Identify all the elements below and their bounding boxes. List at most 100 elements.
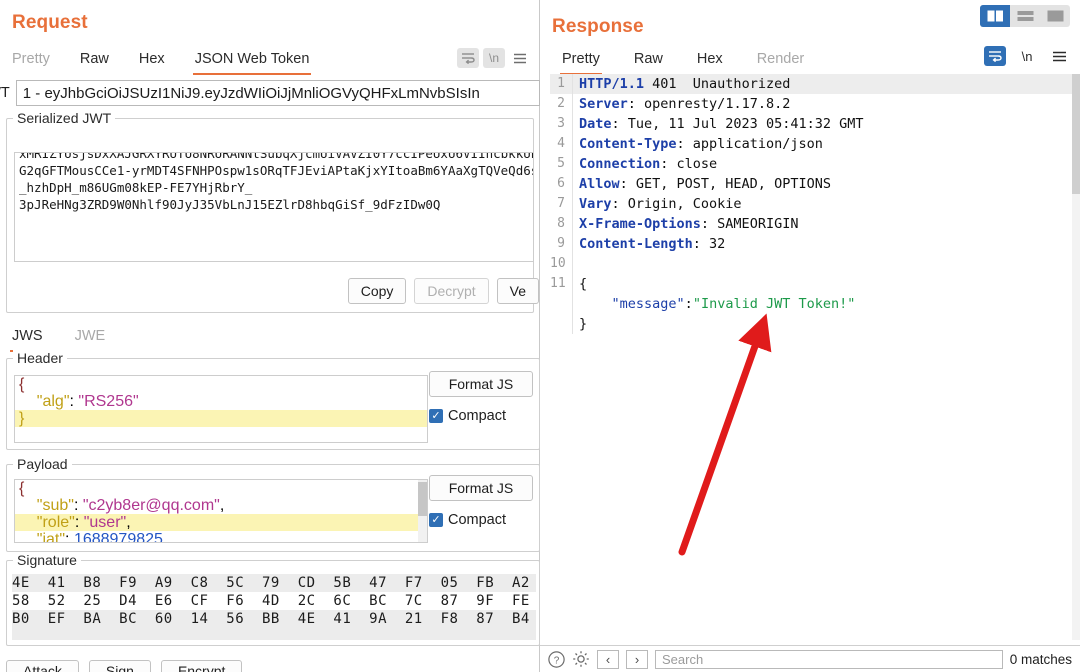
response-scrollbar[interactable] — [1072, 74, 1080, 640]
copy-button[interactable]: Copy — [347, 278, 407, 304]
tab-raw[interactable]: Raw — [78, 48, 111, 75]
jwt-selector-row: JWT 1 - eyJhbGciOiJSUzI1NiJ9.eyJzdWIiOiJ… — [0, 80, 540, 106]
newline-icon-label: \n — [488, 51, 499, 65]
header-compact-checkbox[interactable]: ✓ — [429, 409, 443, 423]
jwt-header-editor[interactable]: { "alg": "RS256" } — [14, 375, 428, 443]
serialized-jwt-group: Serialized JWT xMRIZYUsjsDxXAJGRXYRUTU8N… — [6, 110, 539, 313]
response-line: 4 Content-Type: application/json — [550, 134, 1074, 154]
json-key: "message" — [579, 296, 685, 312]
serialized-line-3: _hzhDpH_m86UGm08kEP-FE7YHjRbrY_ — [19, 180, 253, 195]
header-format-json-button[interactable]: Format JS — [429, 371, 533, 397]
payload-compact-label: Compact — [448, 512, 507, 528]
jwt-payload-editor[interactable]: { "sub": "c2yb8er@qq.com", "role": "user… — [14, 479, 428, 543]
serialized-jwt-textarea[interactable]: xMRIZYUsjsDxXAJGRXYRUTU8NRURANNtSubqXjcm… — [14, 152, 534, 262]
newline-icon[interactable]: \n — [1016, 46, 1038, 66]
tab-raw[interactable]: Raw — [632, 48, 665, 75]
jwt-signature-hex-editor[interactable]: 4E 41 B8 F9 A9 C8 5C 79 CD 5B 47 F7 05 F… — [12, 574, 536, 640]
serialized-line-2: G2qGFTMousCCe1-yrMDT4SFNHPOspw1sORqTFJEv… — [19, 163, 534, 178]
single-pane-icon[interactable] — [1040, 5, 1070, 27]
line-text: Content-Type: application/json — [572, 134, 1074, 154]
signature-hex-filler — [12, 628, 536, 640]
search-prev-button[interactable]: ‹ — [597, 649, 619, 669]
burp-suite-window: Request Pretty Raw Hex JSON Web Token \n — [0, 0, 1080, 672]
serialized-line-4: 3pJReHNg3ZRD9W0Nhlf90JyJ35VbLnJ15EZlrD8h… — [19, 197, 441, 212]
search-next-button[interactable]: › — [626, 649, 648, 669]
response-line: 5 Connection: close — [550, 154, 1074, 174]
verify-button[interactable]: Ve — [496, 278, 539, 304]
serialized-jwt-title: Serialized JWT — [13, 110, 116, 126]
line-text: HTTP/1.1 401 Unauthorized — [572, 74, 1074, 94]
line-text: } — [572, 314, 1074, 334]
payload-code-line: "iat": 1688979825, — [36, 531, 168, 543]
payload-format-json-button[interactable]: Format JS — [429, 475, 533, 501]
response-line: 2 Server: openresty/1.17.8.2 — [550, 94, 1074, 114]
layout-toggle-group — [980, 5, 1070, 27]
newline-icon[interactable]: \n — [483, 48, 505, 68]
word-wrap-icon[interactable] — [457, 48, 479, 68]
search-placeholder: Search — [662, 651, 704, 667]
jwt-combo-box[interactable]: 1 - eyJhbGciOiJSUzI1NiJ9.eyJzdWIiOiJjMnl… — [15, 80, 540, 106]
sign-button[interactable]: Sign — [88, 660, 151, 672]
tab-hex[interactable]: Hex — [695, 48, 725, 75]
response-body-viewer[interactable]: 1 HTTP/1.1 401 Unauthorized 2 Server: op… — [550, 74, 1074, 644]
response-tabbar: Pretty Raw Hex Render — [560, 48, 806, 75]
search-input[interactable]: Search — [655, 649, 1003, 669]
tab-render[interactable]: Render — [755, 48, 807, 75]
header-code-line: } — [15, 410, 427, 427]
header-name: X-Frame-Options — [579, 216, 701, 232]
payload-compact-checkbox[interactable]: ✓ — [429, 513, 443, 527]
header-name: Content-Length — [579, 236, 693, 252]
jws-jwe-tabbar: JWS JWE — [10, 325, 107, 352]
payload-scrollbar[interactable] — [418, 480, 427, 542]
payload-compact-checkbox-row[interactable]: ✓ Compact — [429, 512, 533, 528]
header-name: Connection — [579, 156, 661, 172]
line-text: "message":"Invalid JWT Token!" — [572, 294, 1074, 314]
line-text: X-Frame-Options: SAMEORIGIN — [572, 214, 1074, 234]
line-text: Server: openresty/1.17.8.2 — [572, 94, 1074, 114]
line-number: 4 — [557, 136, 565, 151]
header-code-line: "alg": "RS256" — [36, 393, 139, 410]
search-next-label: › — [634, 651, 640, 667]
serialized-jwt-actions: Copy Decrypt Ve — [347, 278, 539, 304]
request-toolbar: \n — [457, 48, 531, 68]
payload-code-line: { — [19, 480, 25, 497]
attack-button[interactable]: Attack — [6, 660, 79, 672]
decrypt-button[interactable]: Decrypt — [414, 278, 489, 304]
line-text: Date: Tue, 11 Jul 2023 05:41:32 GMT — [572, 114, 1074, 134]
help-icon[interactable]: ? — [548, 650, 565, 668]
word-wrap-icon[interactable] — [984, 46, 1006, 66]
response-line: 10 — [550, 254, 1074, 274]
tab-pretty[interactable]: Pretty — [560, 48, 602, 75]
jwt-payload-title: Payload — [13, 456, 72, 472]
header-value: : Tue, 11 Jul 2023 05:41:32 GMT — [611, 116, 864, 132]
line-text: Connection: close — [572, 154, 1074, 174]
tab-jwe[interactable]: JWE — [73, 325, 108, 352]
tab-json-web-token[interactable]: JSON Web Token — [192, 48, 312, 75]
header-name: Server — [579, 96, 628, 112]
header-value: : close — [660, 156, 718, 172]
line-number — [550, 314, 572, 334]
line-number: 10 — [550, 256, 566, 271]
menu-icon[interactable] — [509, 48, 531, 68]
jwt-payload-group: Payload { "sub": "c2yb8er@qq.com", "role… — [6, 456, 540, 552]
response-line: 8 X-Frame-Options: SAMEORIGIN — [550, 214, 1074, 234]
response-status-bar: ? ‹ › Search 0 matches — [540, 645, 1080, 672]
gear-icon[interactable] — [572, 650, 590, 668]
request-tabbar: Pretty Raw Hex JSON Web Token — [10, 48, 312, 75]
line-text: Content-Length: 32 — [572, 234, 1074, 254]
split-vertical-icon[interactable] — [980, 5, 1010, 27]
request-panel: Request Pretty Raw Hex JSON Web Token \n — [0, 0, 540, 672]
jwt-header-title: Header — [13, 350, 67, 366]
serialized-line-1: xMRIZYUsjsDxXAJGRXYRUTU8NRURANNtSubqXjcm… — [19, 152, 534, 161]
menu-icon[interactable] — [1048, 46, 1070, 66]
jwt-header-controls: Format JS ✓ Compact — [429, 371, 533, 424]
encrypt-button[interactable]: Encrypt — [160, 660, 243, 672]
response-line: 1 HTTP/1.1 401 Unauthorized — [550, 74, 1074, 94]
json-separator: : — [684, 296, 693, 312]
tab-jws[interactable]: JWS — [10, 325, 45, 352]
tab-pretty[interactable]: Pretty — [10, 48, 52, 75]
tab-hex[interactable]: Hex — [137, 48, 167, 75]
response-toolbar: \n — [984, 46, 1070, 66]
header-compact-checkbox-row[interactable]: ✓ Compact — [429, 408, 533, 424]
split-horizontal-icon[interactable] — [1010, 5, 1040, 27]
